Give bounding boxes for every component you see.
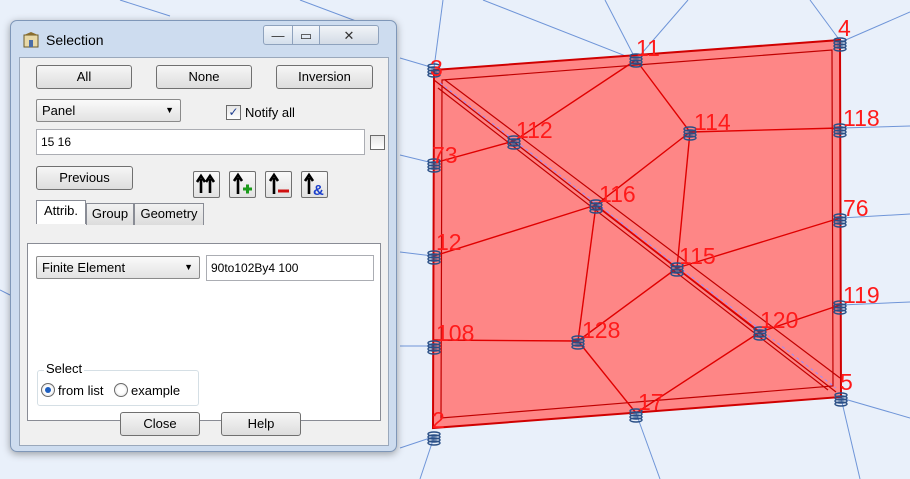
node-label-73: 73 [432,142,458,168]
example-radio[interactable] [114,383,128,397]
node-label-112: 112 [516,117,553,143]
add-selection-icon [232,172,252,194]
property-value: Finite Element [42,260,126,275]
remove-selection-icon [268,172,289,194]
intersect-selection-icon: & [303,172,324,199]
previous-button[interactable]: Previous [36,166,133,190]
tab-geometry[interactable]: Geometry [134,203,204,225]
title-bar[interactable]: Selection — ▭ ✕ [11,21,396,57]
node-label-119: 119 [843,282,880,308]
maximize-button[interactable]: ▭ [292,25,320,45]
selected-panel[interactable] [431,38,843,430]
node-label-2: 2 [432,407,445,433]
example-label: example [131,383,181,398]
from-list-label: from list [58,383,104,398]
selection-dialog: Selection — ▭ ✕ All None Inversion Panel… [10,20,397,452]
selection-input[interactable]: 15 16 [36,129,365,155]
select-groupbox: Select from list example [37,361,199,406]
node-label-3: 3 [430,55,443,81]
minimize-icon: — [271,28,285,43]
select-up-icon [195,173,216,193]
notify-all-label: Notify all [245,105,295,120]
node-label-5: 5 [840,369,853,395]
node-label-4: 4 [838,15,851,41]
notify-all-checkbox[interactable]: ✓ [226,105,241,120]
intersect-selection-button[interactable]: & [301,171,328,199]
node-label-17: 17 [638,389,664,415]
minimize-button[interactable]: — [263,25,293,45]
add-selection-button[interactable] [229,171,256,198]
select-group-title: Select [44,361,85,376]
node-label-114: 114 [694,109,731,135]
inversion-button[interactable]: Inversion [276,65,373,89]
node-label-120: 120 [760,307,798,333]
svg-text:&: & [313,182,324,197]
node-label-118: 118 [843,105,880,131]
all-button[interactable]: All [36,65,132,89]
support-spring-icon [427,431,441,446]
dialog-title: Selection [46,32,104,48]
attribute-value-text: 90to102By4 100 [211,261,299,275]
node-label-11: 11 [636,35,660,61]
attrib-tab-page: Finite Element ▼ 90to102By4 100 Select f… [27,243,381,421]
node-label-12: 12 [436,229,462,255]
none-button[interactable]: None [156,65,252,89]
property-dropdown[interactable]: Finite Element ▼ [36,256,200,279]
app-icon [23,32,39,48]
node-label-108: 108 [436,320,474,346]
node-label-116: 116 [599,181,636,207]
node-label-128: 128 [582,317,620,343]
close-button[interactable]: Close [120,412,200,436]
entity-type-dropdown[interactable]: Panel ▼ [36,99,181,122]
chevron-down-icon: ▼ [165,105,174,115]
select-up-button[interactable] [193,171,220,198]
from-list-radio[interactable] [41,383,55,397]
attribute-value-input[interactable]: 90to102By4 100 [206,255,374,281]
help-button[interactable]: Help [221,412,301,436]
maximize-icon: ▭ [299,28,313,43]
tab-group[interactable]: Group [86,203,134,225]
close-icon: ✕ [343,28,355,43]
node-label-76: 76 [843,195,869,221]
node-label-115: 115 [679,243,716,269]
remove-selection-button[interactable] [265,171,292,198]
close-window-button[interactable]: ✕ [319,25,379,45]
tab-attrib[interactable]: Attrib. [36,200,86,224]
selection-input-value: 15 16 [41,135,72,149]
chevron-down-icon: ▼ [184,262,193,272]
entity-type-value: Panel [42,103,76,118]
selection-input-checkbox[interactable] [370,135,385,150]
